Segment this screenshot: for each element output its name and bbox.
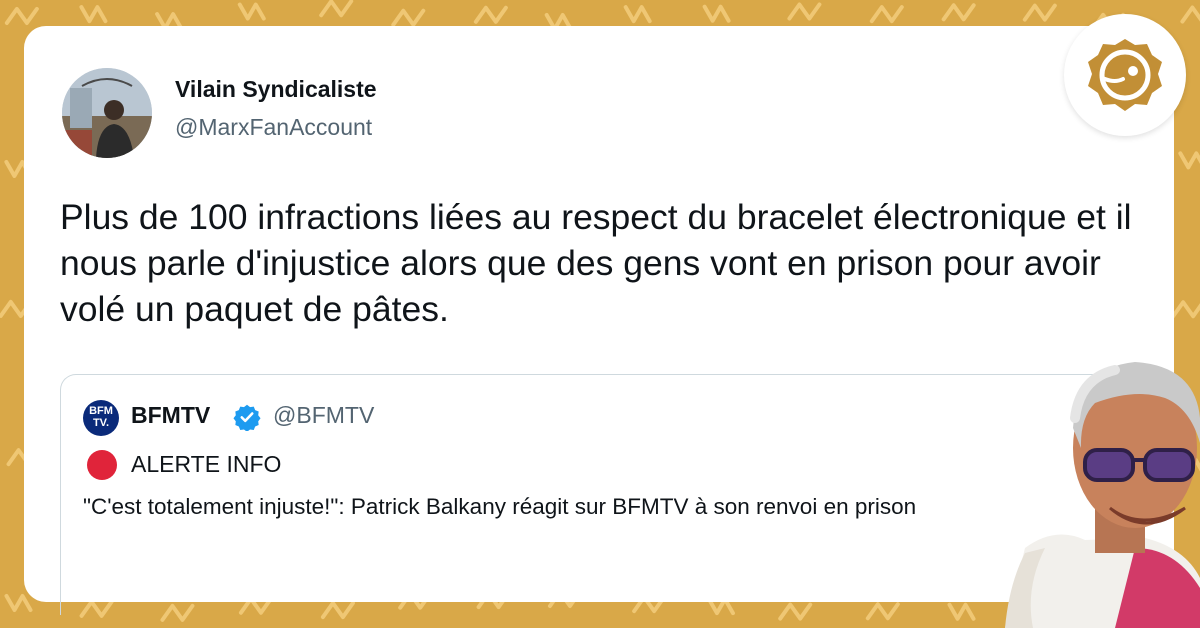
quoted-tweet-text: "C'est totalement injuste!": Patrick Bal… xyxy=(83,494,917,519)
tweet-text: Plus de 100 infractions liées au respect… xyxy=(60,197,1132,329)
zigzag-shape xyxy=(473,5,508,24)
zigzag-shape xyxy=(869,5,904,24)
zigzag-shape xyxy=(4,6,39,25)
person-photo xyxy=(1005,362,1200,628)
verified-badge-icon xyxy=(233,404,261,431)
brand-logo-icon xyxy=(1088,39,1162,111)
zigzag-shape xyxy=(237,2,266,21)
zigzag-shape xyxy=(941,3,976,22)
zigzag-shape xyxy=(4,594,33,613)
zigzag-shape xyxy=(787,2,822,21)
logo-text-line1: BFM xyxy=(89,405,113,417)
quoted-tweet[interactable]: BFM TV. BFMTV @BFMTV ALERTE INFO "C'est … xyxy=(60,374,1142,615)
zigzag-shape xyxy=(391,8,426,27)
zigzag-shape xyxy=(1171,300,1200,319)
user-handle[interactable]: @MarxFanAccount xyxy=(175,114,372,141)
alert-label: ALERTE INFO xyxy=(131,451,282,477)
user-avatar[interactable] xyxy=(62,68,152,158)
brand-logo-badge xyxy=(1064,14,1186,136)
red-circle-icon xyxy=(87,450,117,480)
quoted-handle[interactable]: @BFMTV xyxy=(273,402,374,429)
zigzag-shape xyxy=(79,5,108,24)
zigzag-shape xyxy=(623,5,652,24)
quoted-display-name[interactable]: BFMTV xyxy=(131,402,210,429)
zigzag-shape xyxy=(1178,151,1200,170)
zigzag-shape xyxy=(319,0,354,18)
bfmtv-logo-icon[interactable]: BFM TV. xyxy=(83,400,119,436)
zigzag-shape xyxy=(1022,3,1057,22)
display-name[interactable]: Vilain Syndicaliste xyxy=(175,76,377,103)
zigzag-shape xyxy=(1180,5,1200,24)
zigzag-shape xyxy=(702,4,731,23)
logo-text-line2: TV. xyxy=(92,417,110,429)
